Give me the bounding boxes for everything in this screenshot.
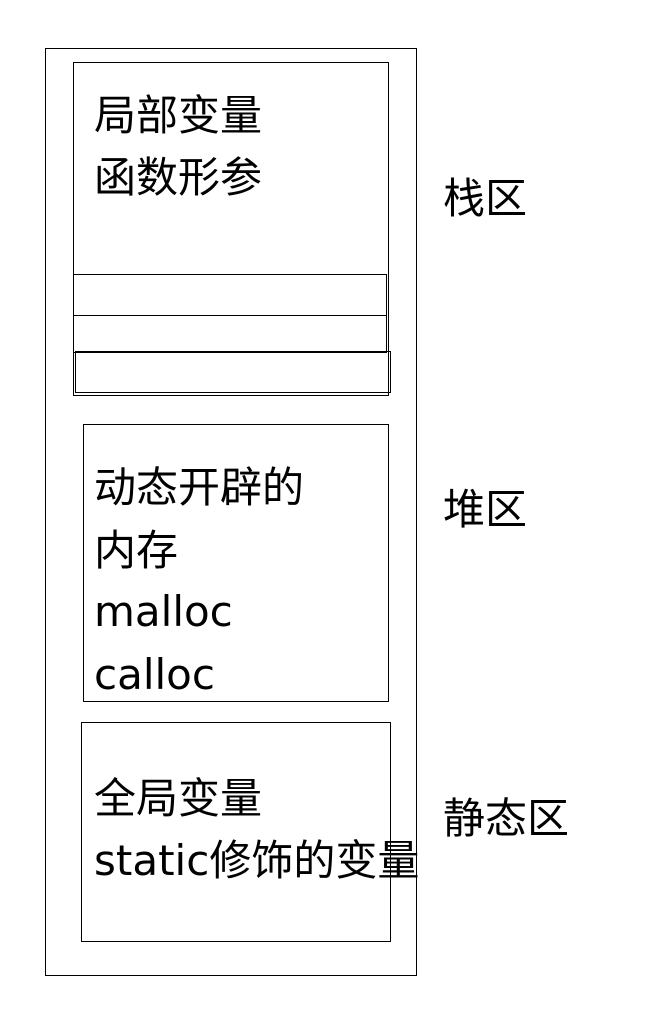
heap-line-dynamic: 动态开辟的	[94, 463, 305, 512]
heap-line-malloc: malloc	[94, 587, 233, 636]
stack-line-local-vars: 局部变量	[94, 91, 263, 140]
heap-line-calloc: calloc	[94, 650, 215, 699]
stack-frame-2	[73, 315, 387, 353]
stack-frame-3	[75, 351, 391, 393]
static-label: 静态区	[443, 794, 570, 843]
static-line-global-vars: 全局变量	[94, 774, 263, 823]
static-box	[81, 722, 391, 942]
stack-line-func-params: 函数形参	[94, 153, 263, 202]
heap-label: 堆区	[443, 485, 528, 534]
stack-label: 栈区	[443, 174, 528, 223]
static-line-static-vars: static修饰的变量	[94, 836, 420, 885]
heap-line-memory: 内存	[94, 526, 179, 575]
stack-frame-1	[73, 274, 387, 316]
